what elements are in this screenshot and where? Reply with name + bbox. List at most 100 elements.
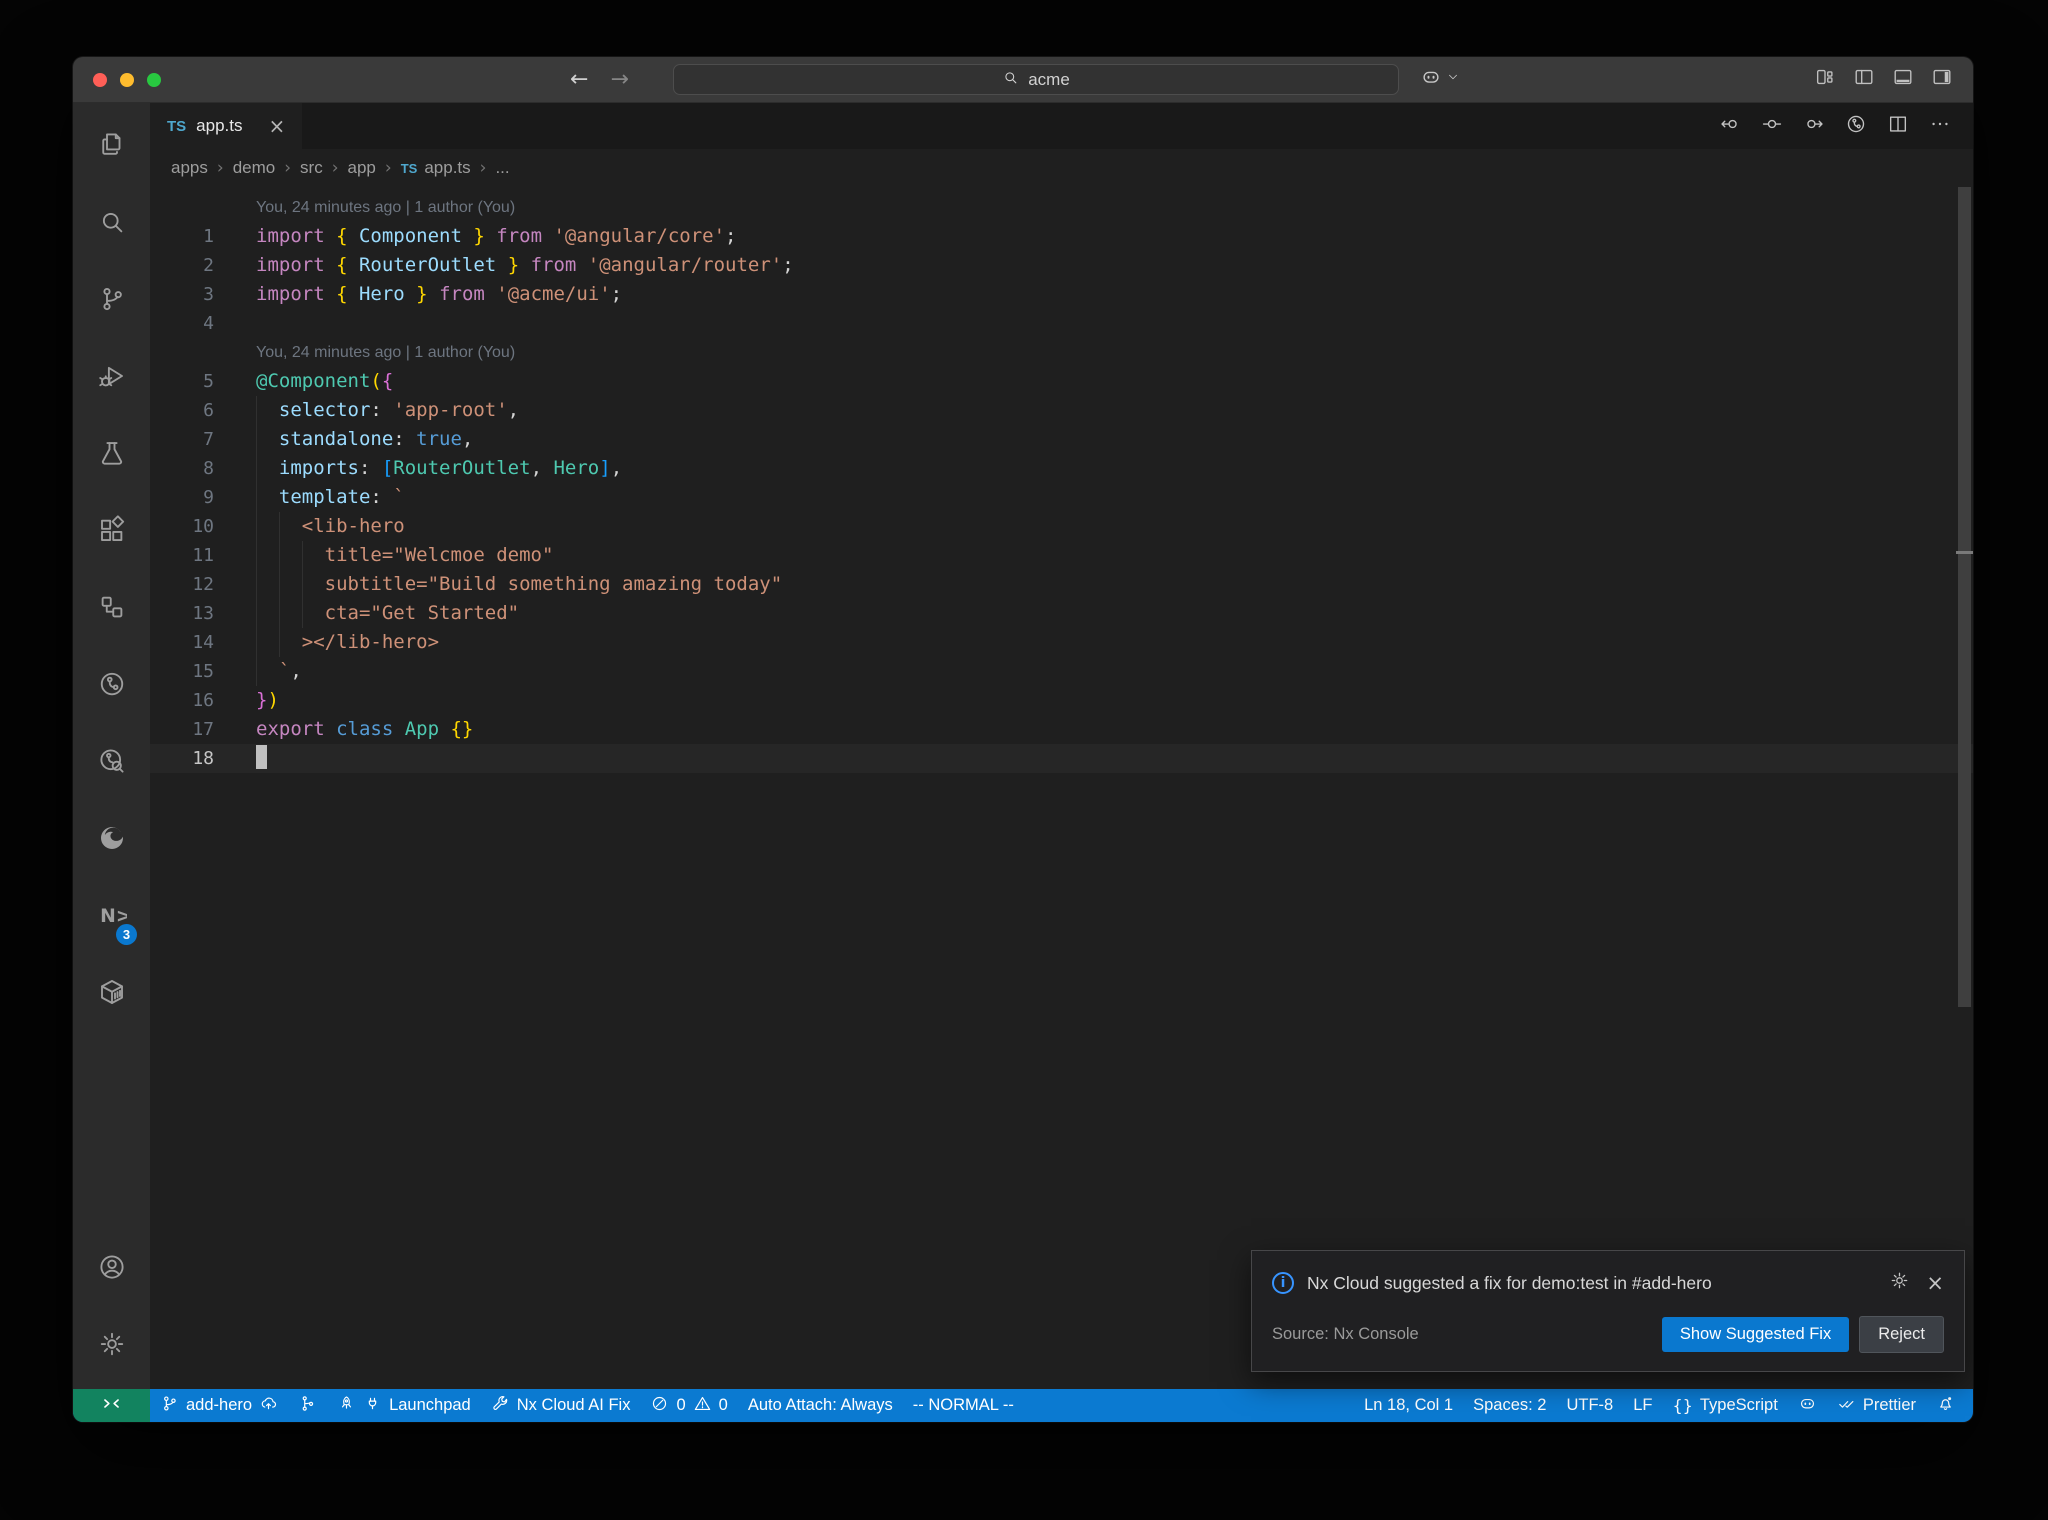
line-number-12[interactable]: 12 — [150, 570, 214, 599]
command-center-search[interactable]: acme — [673, 64, 1399, 95]
close-tab-icon[interactable]: × — [268, 114, 285, 138]
previous-change-icon[interactable] — [1719, 113, 1741, 140]
next-change-icon[interactable] — [1803, 113, 1825, 140]
status-formatter-prettier[interactable]: Prettier — [1827, 1389, 1926, 1422]
navigate-back-icon[interactable]: ← — [570, 67, 588, 92]
split-editor-icon[interactable] — [1887, 113, 1909, 140]
status-git-branch[interactable]: add-hero — [150, 1389, 288, 1422]
status-eol[interactable]: LF — [1623, 1389, 1662, 1422]
activity-search[interactable] — [73, 186, 150, 263]
code-line-3[interactable]: 3 import { Hero } from '@acme/ui'; — [150, 280, 1973, 309]
line-number-8[interactable]: 8 — [150, 454, 214, 483]
line-number-13[interactable]: 13 — [150, 599, 214, 628]
line-number-3[interactable]: 3 — [150, 280, 214, 309]
breadcrumb-item-apps[interactable]: apps — [171, 158, 208, 178]
code-line-9[interactable]: 9 template: ` — [150, 483, 1973, 512]
code-line-2[interactable]: 2 import { RouterOutlet } from '@angular/… — [150, 251, 1973, 280]
activity-source-control-graph[interactable] — [73, 648, 150, 725]
activity-settings[interactable] — [73, 1308, 150, 1385]
code-line-10[interactable]: 10 <lib-hero — [150, 512, 1973, 541]
zoom-window-button[interactable] — [147, 72, 161, 87]
branch-icon — [97, 284, 127, 319]
status-launchpad[interactable]: Launchpad — [327, 1389, 481, 1422]
close-window-button[interactable] — [93, 72, 107, 87]
line-number-9[interactable]: 9 — [150, 483, 214, 512]
breadcrumb-item-file[interactable]: TS app.ts — [401, 158, 471, 178]
code-line-8[interactable]: 8 imports: [RouterOutlet, Hero], — [150, 454, 1973, 483]
customize-layout-icon[interactable] — [1814, 66, 1836, 93]
scm-graph-icon[interactable] — [1845, 113, 1867, 140]
activity-extensions[interactable] — [73, 494, 150, 571]
line-number-14[interactable]: 14 — [150, 628, 214, 657]
minimize-window-button[interactable] — [120, 72, 134, 87]
line-number-10[interactable]: 10 — [150, 512, 214, 541]
toggle-panel-icon[interactable] — [1892, 66, 1914, 93]
code-line-14[interactable]: 14 ></lib-hero> — [150, 628, 1973, 657]
status-copilot-status[interactable] — [1788, 1389, 1827, 1422]
status-scm-graph[interactable] — [288, 1389, 327, 1422]
line-number-5[interactable]: 5 — [150, 367, 214, 396]
code-line-4[interactable]: 4 — [150, 309, 1973, 338]
status-cursor-position[interactable]: Ln 18, Col 1 — [1354, 1389, 1463, 1422]
code-line-15[interactable]: 15 `, — [150, 657, 1973, 686]
breadcrumb-item-demo[interactable]: demo — [233, 158, 276, 178]
line-number-1[interactable]: 1 — [150, 222, 214, 251]
code-line-5[interactable]: 5 @Component({ — [150, 367, 1973, 396]
line-number-6[interactable]: 6 — [150, 396, 214, 425]
more-actions-icon[interactable] — [1929, 113, 1951, 140]
line-number-2[interactable]: 2 — [150, 251, 214, 280]
activity-project-structure[interactable] — [73, 571, 150, 648]
line-number-18[interactable]: 18 — [150, 744, 214, 773]
breadcrumb-symbols[interactable]: ... — [495, 158, 509, 178]
status-vim-mode[interactable]: -- NORMAL -- — [903, 1389, 1024, 1422]
code-line-16[interactable]: 16}) — [150, 686, 1973, 715]
code-line-11[interactable]: 11 title="Welcmoe demo" — [150, 541, 1973, 570]
line-number-4[interactable]: 4 — [150, 309, 214, 338]
code-line-17[interactable]: 17 export class App {} — [150, 715, 1973, 744]
tab-app-ts[interactable]: TS app.ts × — [150, 103, 303, 149]
code-line-1[interactable]: 1 import { Component } from '@angular/cor… — [150, 222, 1973, 251]
toggle-primary-sidebar-icon[interactable] — [1853, 66, 1875, 93]
code-line-7[interactable]: 7 standalone: true, — [150, 425, 1973, 454]
breadcrumb-item-app[interactable]: app — [348, 158, 376, 178]
code-line-13[interactable]: 13 cta="Get Started" — [150, 599, 1973, 628]
show-suggested-fix-button[interactable]: Show Suggested Fix — [1661, 1317, 1850, 1352]
code-line-18[interactable]: 18 — [150, 744, 1973, 773]
line-number-7[interactable]: 7 — [150, 425, 214, 454]
status-auto-attach[interactable]: Auto Attach: Always — [738, 1389, 903, 1422]
remote-indicator[interactable] — [73, 1389, 150, 1422]
current-change-icon[interactable] — [1761, 113, 1783, 140]
code-line-12[interactable]: 12 subtitle="Build something amazing tod… — [150, 570, 1973, 599]
toggle-secondary-sidebar-icon[interactable] — [1931, 66, 1953, 93]
status-language-mode[interactable]: {} TypeScript — [1663, 1389, 1788, 1422]
line-number-11[interactable]: 11 — [150, 541, 214, 570]
status-encoding[interactable]: UTF-8 — [1556, 1389, 1623, 1422]
status-indentation[interactable]: Spaces: 2 — [1463, 1389, 1556, 1422]
activity-accounts[interactable] — [73, 1231, 150, 1308]
copilot-menu[interactable] — [1420, 57, 1460, 102]
close-icon[interactable]: × — [1926, 1271, 1944, 1295]
activity-containers[interactable] — [73, 956, 150, 1033]
activity-git-history-search[interactable] — [73, 725, 150, 802]
activity-explorer[interactable] — [73, 109, 150, 186]
scrollbar-thumb[interactable] — [1958, 187, 1971, 1007]
status-notifications-bell[interactable] — [1926, 1389, 1965, 1422]
code-editor[interactable]: You, 24 minutes ago | 1 author (You) 1 imp… — [150, 187, 1973, 1389]
code-line-6[interactable]: 6 selector: 'app-root', — [150, 396, 1973, 425]
breadcrumb-item-src[interactable]: src — [300, 158, 323, 178]
navigate-forward-icon[interactable]: → — [610, 67, 628, 92]
status-nx-cloud-ai-fix[interactable]: Nx Cloud AI Fix — [481, 1389, 641, 1422]
notification-settings-icon[interactable] — [1889, 1270, 1910, 1296]
line-number-15[interactable]: 15 — [150, 657, 214, 686]
activity-edge-tools[interactable] — [73, 802, 150, 879]
status-problems[interactable]: 00 — [640, 1389, 737, 1422]
line-content: template: ` — [214, 483, 405, 512]
activity-nx-console[interactable]: N>3 — [73, 879, 150, 956]
reject-button[interactable]: Reject — [1859, 1316, 1944, 1353]
line-number-17[interactable]: 17 — [150, 715, 214, 744]
activity-run-and-debug[interactable] — [73, 340, 150, 417]
activity-source-control[interactable] — [73, 263, 150, 340]
typescript-file-icon: TS — [400, 160, 418, 176]
activity-testing[interactable] — [73, 417, 150, 494]
line-number-16[interactable]: 16 — [150, 686, 214, 715]
